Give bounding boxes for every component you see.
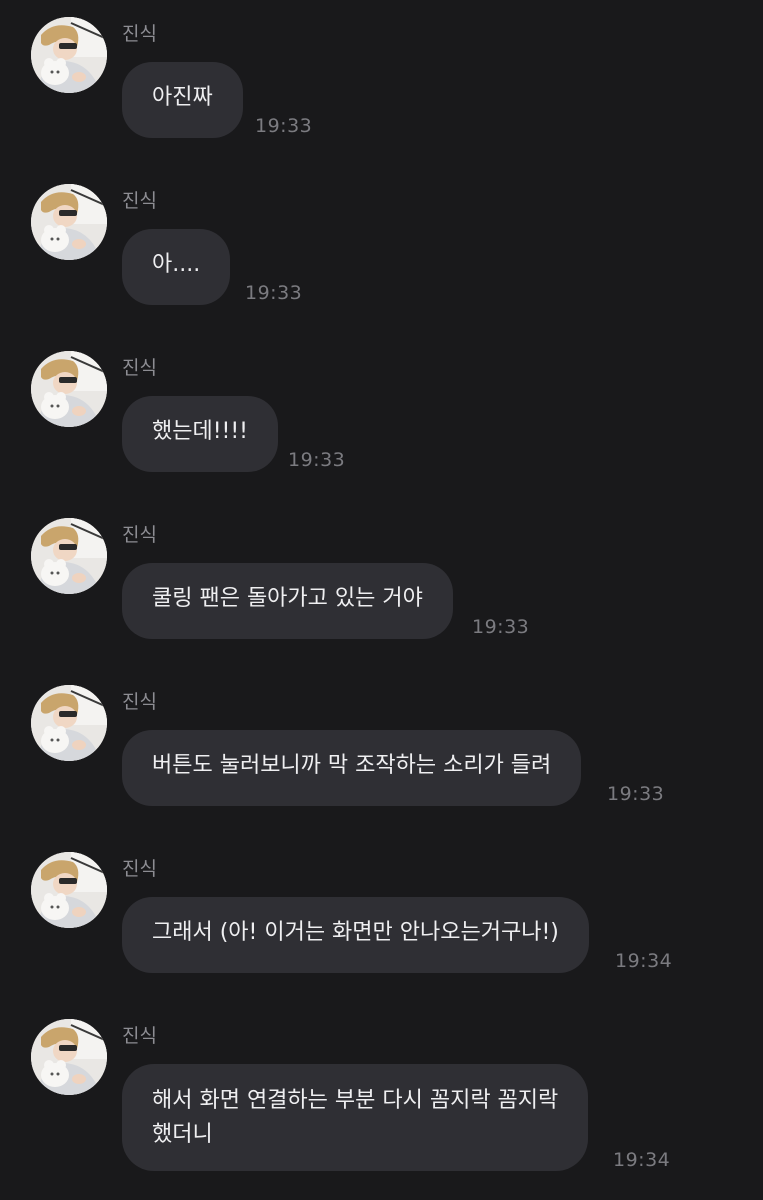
- sender-name: 진식: [122, 23, 157, 45]
- message-bubble[interactable]: 아....: [122, 229, 231, 305]
- sender-name: 진식: [122, 691, 157, 713]
- message-time: 19:33: [472, 616, 530, 638]
- message-bubble[interactable]: 아진짜: [122, 62, 243, 138]
- message-time: 19:33: [255, 115, 313, 137]
- avatar[interactable]: [31, 852, 107, 928]
- message-bubble[interactable]: 해서 화면 연결하는 부분 다시 꼼지락 꼼지락 했더니: [122, 1064, 589, 1171]
- message-bubble[interactable]: 쿨링 팬은 돌아가고 있는 거야: [122, 563, 453, 639]
- profile-photo-icon: [31, 852, 107, 928]
- message-time: 19:34: [613, 1149, 671, 1171]
- sender-name: 진식: [122, 190, 157, 212]
- profile-photo-icon: [31, 685, 107, 761]
- avatar[interactable]: [31, 184, 107, 260]
- profile-photo-icon: [31, 184, 107, 260]
- profile-photo-icon: [31, 351, 107, 427]
- message-bubble[interactable]: 버튼도 눌러보니까 막 조작하는 소리가 들려: [122, 730, 582, 806]
- message-bubble[interactable]: 그래서 (아! 이거는 화면만 안나오는거구나!): [122, 897, 589, 973]
- sender-name: 진식: [122, 1025, 157, 1047]
- avatar[interactable]: [31, 17, 107, 93]
- profile-photo-icon: [31, 518, 107, 594]
- message-time: 19:33: [607, 783, 665, 805]
- profile-photo-icon: [31, 1019, 107, 1095]
- profile-photo-icon: [31, 17, 107, 93]
- message-bubble[interactable]: 했는데!!!!: [122, 396, 278, 472]
- avatar[interactable]: [31, 518, 107, 594]
- message-time: 19:33: [288, 449, 346, 471]
- chat-log: 진식 아진짜 19:33 진식 아.... 19:33 진식 했는데!!!! 1…: [0, 0, 763, 1200]
- message-time: 19:33: [245, 282, 303, 304]
- sender-name: 진식: [122, 858, 157, 880]
- sender-name: 진식: [122, 357, 157, 379]
- message-time: 19:34: [615, 950, 673, 972]
- avatar[interactable]: [31, 685, 107, 761]
- avatar[interactable]: [31, 1019, 107, 1095]
- avatar[interactable]: [31, 351, 107, 427]
- sender-name: 진식: [122, 524, 157, 546]
